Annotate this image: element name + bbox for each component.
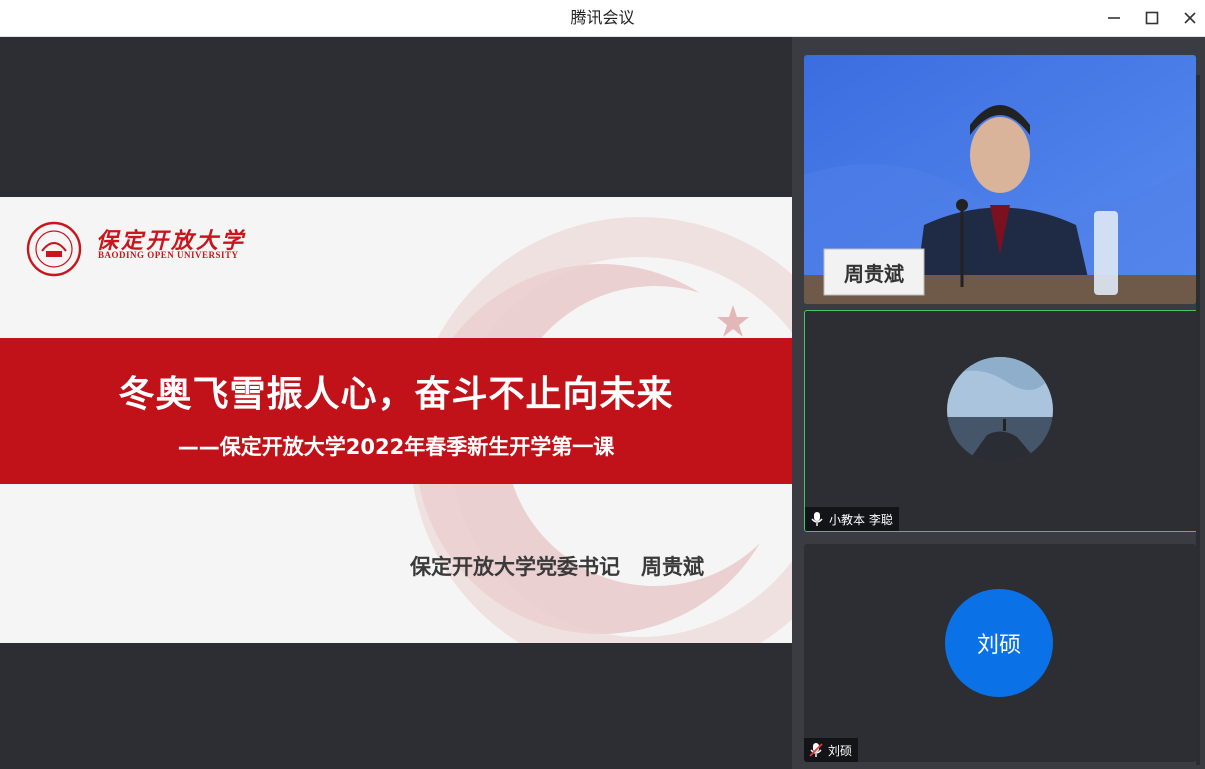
title-bar: 腾讯会议 bbox=[0, 0, 1205, 37]
participant-video-tile[interactable]: 小教本 李聪 bbox=[804, 310, 1198, 532]
university-logo-english: BAODING OPEN UNIVERSITY bbox=[98, 250, 239, 260]
close-button[interactable] bbox=[1172, 0, 1205, 36]
microphone-muted-icon bbox=[809, 743, 823, 757]
university-seal-logo bbox=[26, 221, 82, 277]
participant-avatar bbox=[947, 357, 1053, 463]
participant-video-tile[interactable]: 刘硕 刘硕 bbox=[804, 544, 1196, 762]
slide-speaker: 保定开放大学党委书记 周贵斌 bbox=[410, 555, 704, 579]
participant-name: 小教本 李聪 bbox=[829, 512, 893, 527]
window-title: 腾讯会议 bbox=[570, 8, 635, 27]
participant-nametag: 刘硕 bbox=[804, 738, 859, 762]
speaker-video-feed: 周贵斌 bbox=[804, 55, 1196, 304]
participant-nametag: 小教本 李聪 bbox=[805, 507, 899, 531]
maximize-icon bbox=[1145, 11, 1159, 25]
presentation-slide: 保定开放大学 BAODING OPEN UNIVERSITY 冬奥飞雪振人心，奋… bbox=[0, 197, 792, 643]
minimize-button[interactable] bbox=[1096, 0, 1132, 36]
participant-name: 刘硕 bbox=[828, 743, 853, 758]
participant-gallery: 周贵斌 小教本 李聪 刘硕 刘硕 bbox=[792, 37, 1205, 769]
gallery-scrollbar[interactable] bbox=[1196, 75, 1200, 765]
slide-headline: 冬奥飞雪振人心，奋斗不止向未来 bbox=[118, 374, 674, 415]
shared-screen[interactable]: 保定开放大学 BAODING OPEN UNIVERSITY 冬奥飞雪振人心，奋… bbox=[0, 37, 792, 769]
microphone-icon bbox=[811, 512, 823, 526]
participant-initials-avatar: 刘硕 bbox=[945, 589, 1053, 697]
minimize-icon bbox=[1108, 17, 1120, 19]
participant-video-tile[interactable]: 周贵斌 bbox=[804, 55, 1196, 304]
maximize-button[interactable] bbox=[1134, 0, 1170, 36]
close-icon bbox=[1184, 12, 1196, 24]
avatar-seaside-photo bbox=[947, 357, 1053, 463]
speaker-nameplate: 周贵斌 bbox=[844, 262, 904, 286]
slide-subtitle: ——保定开放大学2022年春季新生开学第一课 bbox=[177, 435, 615, 459]
